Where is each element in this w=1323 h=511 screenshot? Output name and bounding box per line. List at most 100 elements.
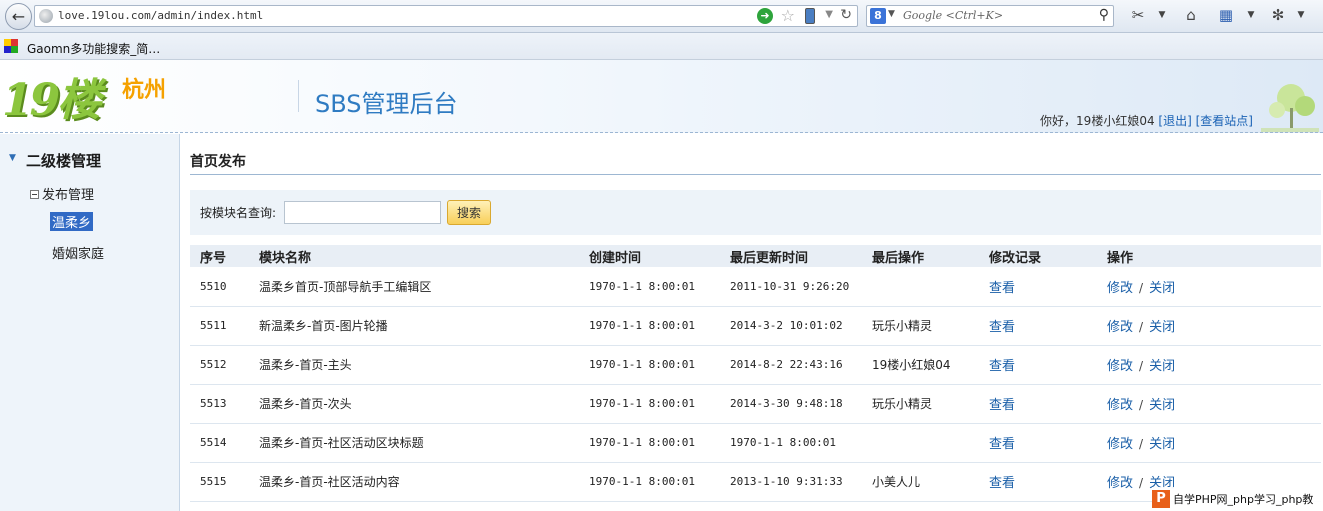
view-log-link[interactable]: 查看	[989, 437, 1015, 452]
view-log-link[interactable]: 查看	[989, 359, 1015, 374]
sidebar-section-label: 二级楼管理	[26, 152, 102, 170]
col-name-header: 模块名称	[249, 245, 579, 267]
address-bar[interactable]: love.19lou.com/admin/index.html ➜ ☆ ▼ ↻	[34, 5, 858, 27]
addon-icon[interactable]: ✻	[1268, 6, 1288, 26]
collapse-minus-icon[interactable]	[30, 190, 39, 199]
bookmark-favicon-icon	[4, 39, 18, 53]
col-log-header: 修改记录	[979, 245, 1097, 267]
screenshot-dropdown-icon[interactable]: ▼	[1157, 10, 1167, 30]
row-created: 1970-1-1 8:00:01	[579, 267, 720, 307]
url-text[interactable]: love.19lou.com/admin/index.html	[58, 9, 263, 22]
col-created-header: 创建时间	[579, 245, 720, 267]
action-separator: /	[1139, 359, 1144, 373]
close-link[interactable]: 关闭	[1149, 320, 1175, 335]
row-log-cell: 查看	[979, 267, 1097, 307]
row-operator: 玩乐小精灵	[862, 306, 979, 346]
view-log-link[interactable]: 查看	[989, 320, 1015, 335]
view-site-link[interactable]: [查看站点]	[1196, 114, 1253, 128]
sidebar-group-publish[interactable]: 发布管理	[30, 184, 94, 203]
row-operator	[862, 423, 979, 463]
greeting-text: 你好，19楼小红娘04	[1040, 114, 1155, 128]
bookmark-star-icon[interactable]: ☆	[781, 6, 795, 25]
close-link[interactable]: 关闭	[1149, 359, 1175, 374]
sidebar-section-header[interactable]: ▼ 二级楼管理	[0, 148, 179, 174]
watermark: P 自学PHP网_php学习_php教	[1152, 487, 1323, 511]
filter-bar: 按模块名查询: 搜索	[190, 190, 1321, 235]
row-log-cell: 查看	[979, 423, 1097, 463]
search-engine-icon[interactable]: 8	[870, 8, 886, 24]
view-log-link[interactable]: 查看	[989, 281, 1015, 296]
engine-dropdown-icon[interactable]: ▼	[888, 9, 895, 19]
table-row: 5511 新温柔乡-首页-图片轮播 1970-1-1 8:00:01 2014-…	[190, 306, 1321, 346]
action-separator: /	[1139, 320, 1144, 334]
row-name: 温柔乡-首页-次头	[249, 384, 579, 424]
user-bar: 你好，19楼小红娘04 [退出] [查看站点]	[1040, 112, 1253, 129]
home-icon[interactable]: ⌂	[1181, 6, 1201, 26]
logout-link[interactable]: [退出]	[1158, 114, 1191, 128]
mobile-icon[interactable]	[805, 8, 815, 24]
magnifier-icon[interactable]: ⚲	[1099, 7, 1109, 23]
php-logo-icon: P	[1152, 490, 1170, 508]
table-row: 5514 温柔乡-首页-社区活动区块标题 1970-1-1 8:00:01 19…	[190, 423, 1321, 463]
row-actions-cell: 修改 / 关闭	[1097, 345, 1321, 385]
browser-search-box[interactable]: 8 ▼ Google <Ctrl+K> ⚲	[866, 5, 1114, 27]
menu-dropdown-icon[interactable]: ▼	[1296, 10, 1306, 30]
title-divider	[190, 174, 1321, 175]
row-actions-cell: 修改 / 关闭	[1097, 384, 1321, 424]
view-log-link[interactable]: 查看	[989, 476, 1015, 491]
url-dropdown-icon[interactable]: ▼	[825, 9, 833, 20]
edit-link[interactable]: 修改	[1107, 398, 1133, 413]
table-row: 5510 温柔乡首页-顶部导航手工编辑区 1970-1-1 8:00:01 20…	[190, 267, 1321, 307]
logo-city: 杭州	[122, 78, 167, 103]
close-link[interactable]: 关闭	[1149, 437, 1175, 452]
row-name: 温柔乡-首页-社区活动区块标题	[249, 423, 579, 463]
row-operator	[862, 267, 979, 307]
triangle-down-icon: ▼	[9, 153, 16, 163]
globe-icon	[39, 9, 53, 23]
search-placeholder[interactable]: Google <Ctrl+K>	[903, 9, 1003, 22]
row-id: 5513	[190, 384, 249, 424]
module-name-input[interactable]	[284, 201, 441, 224]
row-name: 温柔乡首页-顶部导航手工编辑区	[249, 267, 579, 307]
row-updated: 2014-3-30 9:48:18	[720, 384, 862, 424]
row-created: 1970-1-1 8:00:01	[579, 345, 720, 385]
row-log-cell: 查看	[979, 345, 1097, 385]
apps-dropdown-icon[interactable]: ▼	[1246, 10, 1256, 30]
row-name: 温柔乡-首页-社区活动内容	[249, 462, 579, 502]
row-id: 5514	[190, 423, 249, 463]
search-button[interactable]: 搜索	[447, 200, 491, 225]
site-logo[interactable]: 19楼	[2, 64, 101, 128]
screenshot-icon[interactable]: ✂	[1128, 6, 1148, 26]
apps-grid-icon[interactable]: ▦	[1216, 6, 1236, 26]
browser-toolbar: ← love.19lou.com/admin/index.html ➜ ☆ ▼ …	[0, 0, 1323, 33]
go-arrow-icon[interactable]: ➜	[757, 8, 773, 24]
action-separator: /	[1139, 437, 1144, 451]
back-arrow-icon[interactable]: ←	[5, 3, 32, 30]
sidebar-item-wenrouxiang[interactable]: 温柔乡	[50, 212, 94, 231]
row-actions-cell: 修改 / 关闭	[1097, 267, 1321, 307]
edit-link[interactable]: 修改	[1107, 281, 1133, 296]
row-name: 温柔乡-首页-主头	[249, 345, 579, 385]
edit-link[interactable]: 修改	[1107, 320, 1133, 335]
edit-link[interactable]: 修改	[1107, 359, 1133, 374]
row-operator: 小美人儿	[862, 462, 979, 502]
close-link[interactable]: 关闭	[1149, 398, 1175, 413]
col-actions-header: 操作	[1097, 245, 1321, 267]
bookmarks-bar: Gaomn多功能搜索_简…	[0, 33, 1323, 60]
view-log-link[interactable]: 查看	[989, 398, 1015, 413]
action-separator: /	[1139, 398, 1144, 412]
row-id: 5512	[190, 345, 249, 385]
row-name: 新温柔乡-首页-图片轮播	[249, 306, 579, 346]
bookmark-link[interactable]: Gaomn多功能搜索_简…	[27, 40, 160, 57]
row-created: 1970-1-1 8:00:01	[579, 423, 720, 463]
edit-link[interactable]: 修改	[1107, 437, 1133, 452]
sidebar-item-hunyin[interactable]: 婚姻家庭	[50, 243, 106, 262]
row-operator: 玩乐小精灵	[862, 384, 979, 424]
row-updated: 2013-1-10 9:31:33	[720, 462, 862, 502]
close-link[interactable]: 关闭	[1149, 281, 1175, 296]
row-created: 1970-1-1 8:00:01	[579, 462, 720, 502]
edit-link[interactable]: 修改	[1107, 476, 1133, 491]
reload-icon[interactable]: ↻	[840, 7, 852, 23]
row-log-cell: 查看	[979, 384, 1097, 424]
table-row: 5513 温柔乡-首页-次头 1970-1-1 8:00:01 2014-3-3…	[190, 384, 1321, 424]
